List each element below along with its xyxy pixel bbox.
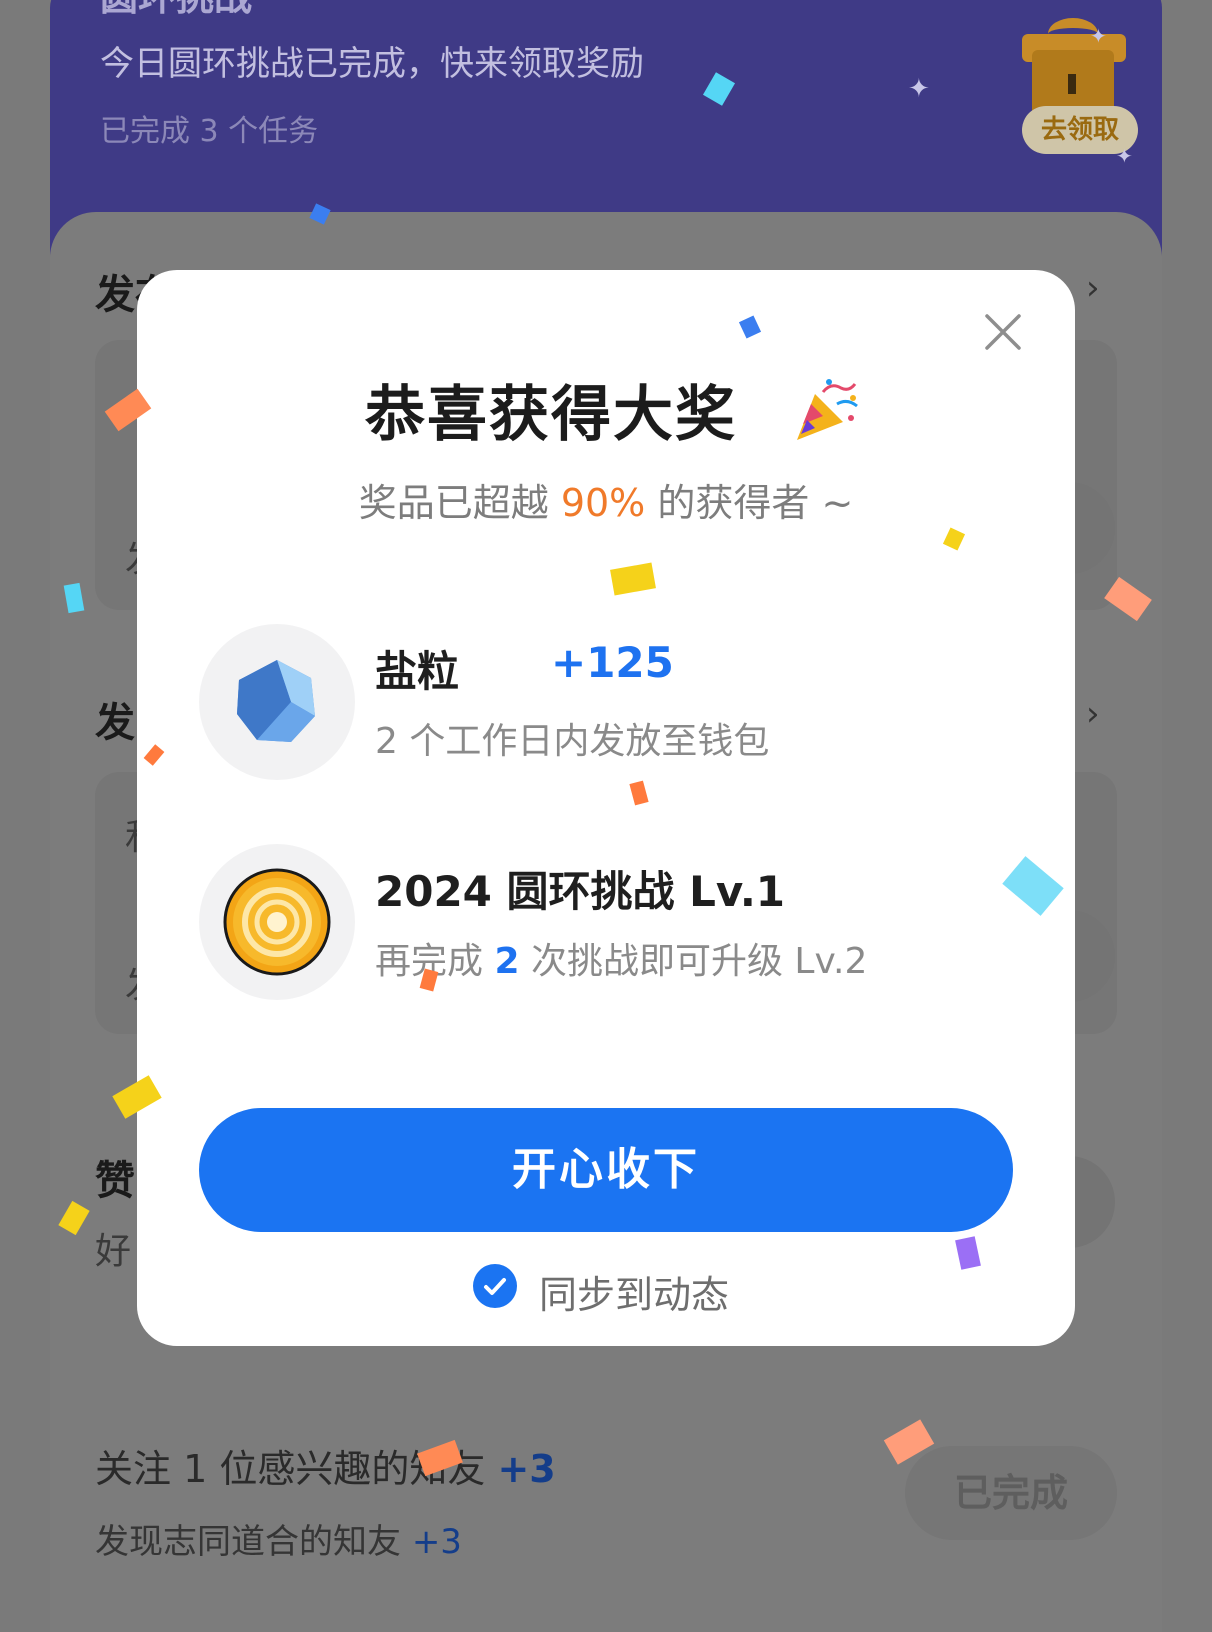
task-section-title: 发	[95, 700, 135, 746]
banner-text: 今日圆环挑战已完成，快来领取奖励	[100, 44, 644, 84]
reward-dialog: 恭喜获得大奖 奖品已超越 90% 的获得者 ~ 盐粒 +125 2 个工作日内发…	[137, 270, 1075, 1346]
bonus-badge: +3	[411, 1522, 462, 1562]
chevron-right-icon[interactable]: ›	[1086, 268, 1100, 308]
follow-task-title: 关注 1 位感兴趣的知友 +3	[95, 1447, 556, 1491]
close-icon[interactable]	[981, 310, 1025, 354]
sparkle-icon: ✦	[1090, 24, 1107, 48]
party-popper-icon	[793, 374, 863, 444]
completed-status-button[interactable]: 已完成	[905, 1446, 1117, 1540]
task-title: 赞	[95, 1158, 135, 1204]
reward-name: 2024 圆环挑战 Lv.1	[375, 867, 786, 916]
bonus-badge: +3	[497, 1447, 556, 1491]
remaining-count: 2	[494, 941, 520, 982]
salt-crystal-icon	[199, 624, 355, 780]
banner-subtext: 已完成 3 个任务	[100, 114, 319, 149]
reward-amount: +125	[551, 638, 674, 687]
reward-description: 2 个工作日内发放至钱包	[375, 721, 770, 762]
dialog-subtitle: 奖品已超越 90% 的获得者 ~	[358, 481, 854, 525]
ring-medal-icon	[199, 844, 355, 1000]
accept-reward-button[interactable]: 开心收下	[199, 1108, 1013, 1232]
gift-icon: 去领取	[1008, 10, 1138, 160]
follow-task-subtitle: 发现志同道合的知友 +3	[95, 1522, 462, 1562]
task-subtitle: 好	[95, 1231, 132, 1272]
sparkle-icon: ✦	[908, 74, 930, 104]
percentile-value: 90%	[560, 481, 646, 525]
reward-item: 2024 圆环挑战 Lv.1 再完成 2 次挑战即可升级 Lv.2	[199, 844, 1019, 1004]
chevron-right-icon[interactable]: ›	[1086, 694, 1100, 734]
checkmark-icon[interactable]	[473, 1264, 517, 1308]
reward-description: 再完成 2 次挑战即可升级 Lv.2	[375, 941, 868, 982]
dialog-title: 恭喜获得大奖	[365, 380, 737, 450]
banner-title: 圆环挑战	[100, 0, 252, 21]
sync-to-feed-label: 同步到动态	[539, 1273, 730, 1317]
reward-item: 盐粒 +125 2 个工作日内发放至钱包	[199, 624, 1019, 784]
sparkle-icon: ✦	[1116, 144, 1133, 168]
reward-name: 盐粒	[375, 647, 460, 696]
